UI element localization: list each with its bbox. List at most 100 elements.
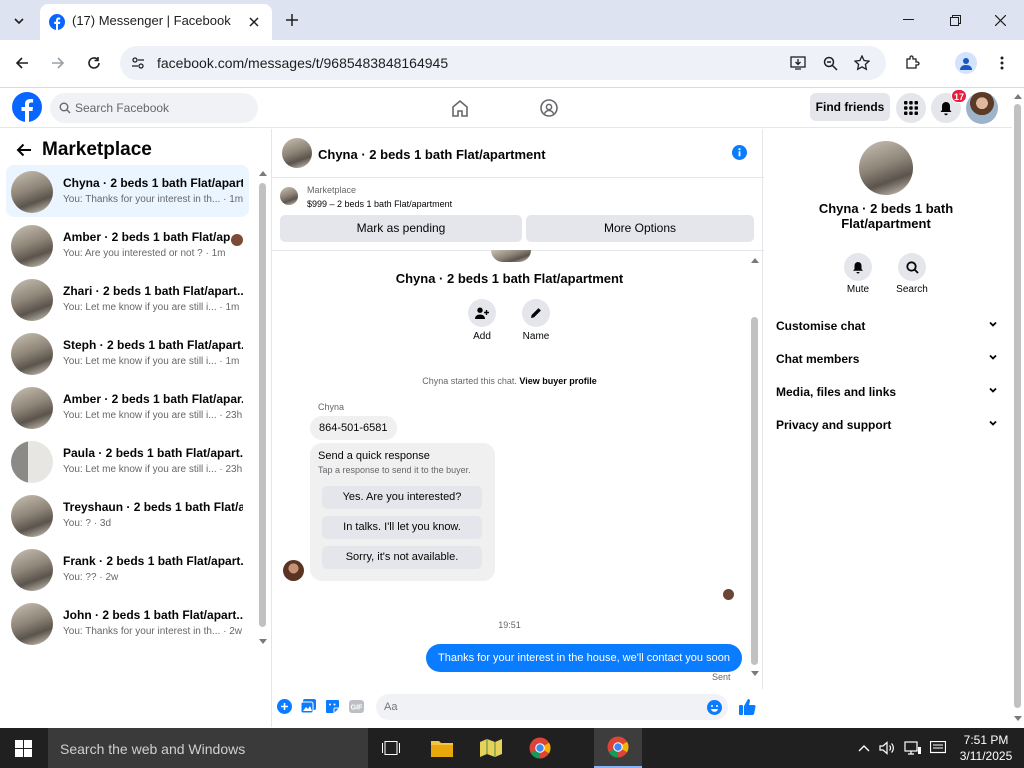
customise-chat-section[interactable]: Customise chat [776, 319, 998, 333]
browser-tab[interactable]: (17) Messenger | Facebook [40, 4, 272, 40]
chrome-active-taskbar-button[interactable] [594, 728, 642, 768]
media-files-section[interactable]: Media, files and links [776, 385, 998, 399]
find-friends-button[interactable]: Find friends [810, 93, 890, 121]
conversation-item[interactable]: Steph · 2 beds 1 bath Flat/apart... You:… [6, 327, 249, 379]
chrome-icon[interactable] [528, 736, 552, 760]
like-icon[interactable] [737, 696, 757, 716]
chat-info-panel: Chyna · 2 beds 1 bath Flat/apartment Mut… [764, 129, 1012, 727]
menu-grid-button[interactable] [896, 93, 926, 123]
section-label: Customise chat [776, 319, 866, 333]
conversation-item[interactable]: John · 2 beds 1 bath Flat/apart... You: … [6, 597, 249, 649]
back-icon[interactable] [12, 53, 32, 73]
gif-icon[interactable]: GIF [348, 698, 364, 714]
extensions-icon[interactable] [902, 53, 922, 73]
chat-scrollbar[interactable] [751, 317, 758, 665]
reload-icon[interactable] [84, 53, 104, 73]
home-icon[interactable] [448, 96, 472, 120]
conversation-avatar [11, 333, 53, 375]
conversation-item[interactable]: Frank · 2 beds 1 bath Flat/apart... You:… [6, 543, 249, 595]
conversation-avatar [11, 279, 53, 321]
search-in-chat-button[interactable] [898, 253, 926, 281]
quick-response-subtitle: Tap a response to send it to the buyer. [318, 465, 471, 475]
scroll-down-icon[interactable] [258, 637, 268, 645]
info-avatar[interactable] [859, 141, 913, 195]
conversation-name: Chyna · 2 beds 1 bath Flat/apart... [63, 176, 243, 190]
conversation-item[interactable]: Paula · 2 beds 1 bath Flat/apart... You:… [6, 435, 249, 487]
conversation-item[interactable]: Chyna · 2 beds 1 bath Flat/apart... You:… [6, 165, 249, 217]
profile-icon[interactable] [955, 52, 977, 74]
conversation-item[interactable]: Amber · 2 beds 1 bath Flat/apar... You: … [6, 381, 249, 433]
message-input-container [376, 694, 728, 720]
add-person-icon [475, 307, 489, 319]
volume-icon[interactable] [878, 740, 896, 756]
info-icon[interactable] [731, 144, 747, 160]
privacy-support-section[interactable]: Privacy and support [776, 418, 998, 432]
page-scrollbar[interactable] [1014, 104, 1021, 708]
chat-members-section[interactable]: Chat members [776, 352, 998, 366]
conversation-avatar [11, 171, 53, 213]
quick-response-button[interactable]: Yes. Are you interested? [322, 486, 482, 509]
listing-price-title[interactable]: $999 – 2 beds 1 bath Flat/apartment [307, 199, 452, 209]
more-options-button[interactable]: More Options [526, 215, 754, 242]
conversation-list-scrollbar[interactable] [259, 183, 266, 627]
forward-icon[interactable] [48, 53, 68, 73]
view-buyer-profile-link[interactable]: View buyer profile [519, 376, 596, 386]
conversation-item[interactable]: Treyshaun · 2 beds 1 bath Flat/a... You:… [6, 489, 249, 541]
action-center-icon[interactable] [928, 740, 948, 756]
taskbar-search[interactable]: Search the web and Windows [48, 728, 368, 768]
conversation-item[interactable]: Amber · 2 beds 1 bath Flat/ap... You: Ar… [6, 219, 249, 271]
close-window-icon[interactable] [990, 10, 1010, 30]
task-view-icon[interactable] [380, 738, 402, 758]
tab-search-icon[interactable] [8, 10, 30, 32]
conversation-list-panel: Marketplace Chyna · 2 beds 1 bath Flat/a… [0, 129, 270, 727]
bookmark-star-icon[interactable] [852, 53, 872, 73]
mute-button[interactable] [844, 253, 872, 281]
page-scroll-up-icon[interactable] [1013, 92, 1022, 100]
conversation-item[interactable]: Zhari · 2 beds 1 bath Flat/apart... You:… [6, 273, 249, 325]
site-info-icon[interactable] [130, 55, 146, 71]
quick-response-button[interactable]: In talks. I'll let you know. [322, 516, 482, 539]
add-person-button[interactable] [468, 299, 496, 327]
new-tab-icon[interactable] [282, 10, 302, 30]
windows-start-icon[interactable] [12, 738, 34, 758]
facebook-search-input[interactable]: Search Facebook [50, 93, 258, 123]
message-input[interactable] [384, 699, 684, 715]
minimize-icon[interactable] [898, 10, 918, 30]
account-avatar[interactable] [966, 92, 998, 124]
install-app-icon[interactable] [788, 53, 808, 73]
chat-scroll-up-icon[interactable] [750, 256, 760, 264]
conversation-avatar [11, 225, 53, 267]
sticker-icon[interactable] [324, 698, 340, 714]
quick-response-button[interactable]: Sorry, it's not available. [322, 546, 482, 569]
scroll-up-icon[interactable] [258, 169, 268, 177]
groups-icon[interactable] [537, 96, 561, 120]
facebook-logo-icon[interactable] [12, 92, 42, 122]
back-arrow-icon[interactable] [14, 141, 34, 159]
system-clock[interactable]: 7:51 PM 3/11/2025 [955, 732, 1017, 764]
browser-menu-icon[interactable] [992, 53, 1012, 73]
chevron-down-icon [989, 387, 997, 393]
restore-icon[interactable] [945, 10, 965, 30]
close-tab-icon[interactable] [246, 14, 262, 30]
page-scroll-down-icon[interactable] [1013, 714, 1022, 722]
chat-header-avatar[interactable] [282, 138, 312, 168]
received-message[interactable]: 864-501-6581 [310, 416, 397, 440]
sent-message[interactable]: Thanks for your interest in the house, w… [426, 644, 742, 672]
file-explorer-icon[interactable] [430, 737, 454, 759]
search-icon [905, 260, 919, 274]
chat-scroll-down-icon[interactable] [750, 669, 760, 677]
sender-avatar[interactable] [283, 560, 304, 581]
mark-as-pending-button[interactable]: Mark as pending [280, 215, 522, 242]
address-bar[interactable]: facebook.com/messages/t/9685483848164945 [120, 46, 886, 80]
show-hidden-icons-icon[interactable] [856, 740, 872, 756]
network-icon[interactable] [903, 740, 923, 756]
emoji-icon[interactable] [706, 699, 722, 715]
search-placeholder: Search Facebook [75, 101, 170, 115]
more-actions-icon[interactable] [276, 698, 292, 714]
maps-app-icon[interactable] [479, 737, 503, 759]
photo-icon[interactable] [300, 698, 316, 714]
edit-name-button[interactable] [522, 299, 550, 327]
chat-started-text: Chyna started this chat. [422, 376, 517, 386]
chat-header-name[interactable]: Chyna · 2 beds 1 bath Flat/apartment [318, 147, 546, 162]
zoom-icon[interactable] [820, 53, 840, 73]
